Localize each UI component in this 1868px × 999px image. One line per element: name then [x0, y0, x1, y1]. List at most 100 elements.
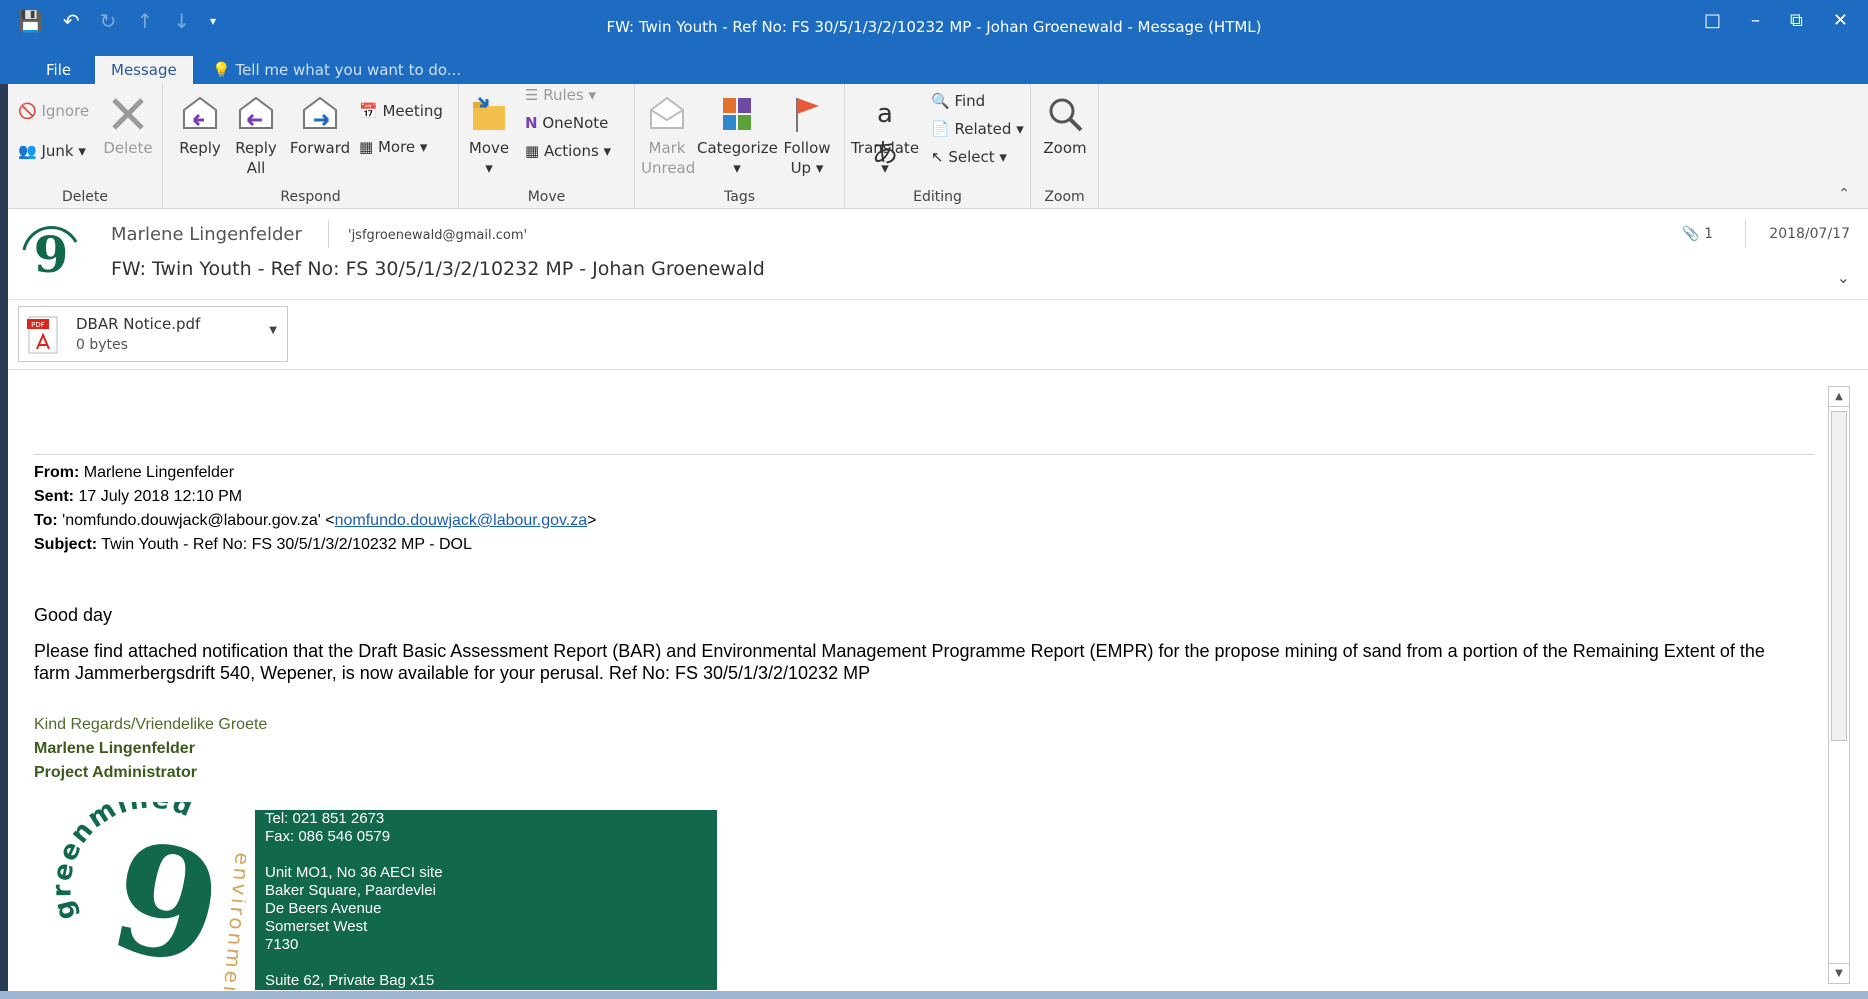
move-button[interactable]: Move ▾ [467, 94, 511, 178]
recipient[interactable]: 'jsfgroenewald@gmail.com' [348, 228, 527, 243]
scroll-up-icon[interactable]: ▲ [1829, 387, 1849, 407]
reply-all-icon [239, 96, 273, 129]
categorize-button[interactable]: Categorize ▾ [697, 94, 778, 178]
svg-text:9: 9 [34, 225, 69, 284]
find-button[interactable]: 🔍 Find [931, 90, 985, 112]
attachment-bar: PDF DBAR Notice.pdf 0 bytes ▼ [8, 300, 1868, 370]
signature-name: Marlene Lingenfelder [34, 740, 195, 757]
contact-address-line: De Beers Avenue [265, 900, 382, 917]
contact-address-line: Suite 62, Private Bag x15 [265, 972, 435, 989]
to-email-link[interactable]: nomfundo.douwjack@labour.gov.za [335, 512, 588, 529]
signature-title: Project Administrator [34, 764, 197, 781]
mark-unread-button[interactable]: Mark Unread [641, 94, 695, 178]
greeting: Good day [34, 605, 113, 625]
forward-icon [303, 96, 337, 129]
onenote-icon: N [525, 114, 538, 132]
reply-button[interactable]: Reply [175, 94, 225, 158]
from-line: From: Marlene Lingenfelder [34, 464, 235, 481]
sent-line: Sent: 17 July 2018 12:10 PM [34, 488, 243, 505]
sender-name[interactable]: Marlene Lingenfelder [111, 224, 302, 245]
attachment-dropdown-icon[interactable]: ▼ [269, 325, 277, 336]
group-respond: Reply Reply All Forward 📅 Meeting ▦ More … [163, 84, 459, 209]
vertical-scrollbar[interactable]: ▲ ▼ [1828, 386, 1850, 984]
actions-button[interactable]: ▦ Actions ▾ [525, 140, 611, 162]
group-label-editing: Editing [913, 189, 962, 205]
scroll-down-icon[interactable]: ▼ [1829, 963, 1849, 983]
reply-all-button[interactable]: Reply All [229, 94, 283, 178]
tell-me-search[interactable]: 💡 Tell me what you want to do... [212, 56, 461, 84]
signature-regards: Kind Regards/Vriendelike Groete [34, 716, 268, 733]
greenmined-logo: 9 greenmined environmental [47, 802, 246, 990]
flag-icon [796, 98, 819, 132]
close-icon[interactable]: ✕ [1833, 10, 1848, 31]
subject-line: Subject: Twin Youth - Ref No: FS 30/5/1/… [34, 536, 472, 553]
ignore-icon: 🚫 [18, 102, 37, 120]
mark-unread-icon [650, 96, 684, 129]
more-button[interactable]: ▦ More ▾ [359, 136, 427, 158]
find-icon: 🔍 [931, 92, 950, 110]
expand-header-icon[interactable]: ⌄ [1837, 268, 1850, 287]
header-separator [328, 220, 329, 248]
ribbon-tabs: File Message 💡 Tell me what you want to … [0, 52, 1868, 84]
select-button[interactable]: ↖ Select ▾ [931, 146, 1007, 168]
taskbar-strip [0, 991, 1868, 999]
translate-button[interactable]: aあ Translate ▾ [849, 94, 921, 178]
group-label-respond: Respond [280, 189, 341, 205]
reply-icon [183, 96, 217, 129]
to-line: To: 'nomfundo.douwjack@labour.gov.za' <n… [34, 512, 597, 529]
body-paragraph: Please find attached notification that t… [34, 641, 1765, 683]
contact-details-box: Tel: 021 851 2673 Fax: 086 546 0579 Unit… [255, 810, 717, 990]
junk-button[interactable]: 👥 Junk ▾ [18, 140, 86, 162]
group-editing: aあ Translate ▾ 🔍 Find 📄 Related ▾ ↖ Selec… [845, 84, 1031, 209]
onenote-button[interactable]: N OneNote [525, 112, 608, 134]
collapse-ribbon-icon[interactable]: ⌃ [1838, 186, 1850, 202]
junk-icon: 👥 [18, 142, 37, 160]
attachment-count: 📎 1 [1682, 226, 1713, 242]
related-button[interactable]: 📄 Related ▾ [931, 118, 1024, 140]
svg-text:9: 9 [97, 807, 236, 990]
forward-button[interactable]: Forward [289, 94, 351, 158]
attachment-item[interactable]: PDF DBAR Notice.pdf 0 bytes ▼ [18, 306, 288, 362]
zoom-button[interactable]: Zoom [1035, 94, 1095, 158]
ribbon: 🚫 Ignore 👥 Junk ▾ Delete Delete Reply Re… [8, 84, 1868, 209]
rules-button[interactable]: ☰ Rules ▾ [525, 84, 596, 106]
title-bar: 💾 ↶ ↻ ↑ ↓ ▾ FW: Twin Youth - Ref No: FS … [0, 0, 1868, 52]
minimize-icon[interactable]: – [1751, 10, 1760, 31]
restore-icon[interactable]: ⧉ [1790, 10, 1803, 31]
lightbulb-icon: 💡 [212, 61, 231, 79]
message-body: From: Marlene Lingenfelder Sent: 17 July… [8, 370, 1828, 990]
paperclip-icon: 📎 [1682, 226, 1700, 242]
magnifier-icon [1049, 98, 1083, 132]
group-label-zoom: Zoom [1044, 189, 1085, 205]
body-divider [34, 454, 1814, 455]
meeting-button[interactable]: 📅 Meeting [359, 100, 443, 122]
ignore-button[interactable]: 🚫 Ignore [18, 100, 89, 122]
attachment-size: 0 bytes [76, 337, 128, 353]
window-left-edge [0, 0, 8, 999]
group-label-move: Move [527, 189, 566, 205]
window-controls: □ – ⧉ ✕ [1704, 10, 1848, 31]
follow-up-button[interactable]: Follow Up ▾ [779, 94, 835, 178]
tab-message[interactable]: Message [95, 56, 193, 84]
ribbon-display-options-icon[interactable]: □ [1704, 10, 1721, 31]
actions-icon: ▦ [525, 142, 540, 160]
sender-avatar: 9 [18, 222, 84, 288]
scroll-thumb[interactable] [1831, 411, 1847, 741]
delete-x-icon [112, 98, 144, 130]
contact-address-line: Baker Square, Paardevlei [265, 882, 436, 899]
group-label-delete: Delete [62, 189, 108, 205]
related-icon: 📄 [931, 120, 950, 138]
contact-address-line: Unit MO1, No 36 AECI site [265, 864, 443, 881]
move-folder-icon [473, 96, 505, 130]
delete-button[interactable]: Delete [103, 94, 153, 158]
meeting-icon: 📅 [359, 102, 378, 120]
message-header: 9 Marlene Lingenfelder 'jsfgroenewald@gm… [8, 210, 1868, 300]
contact-tel: Tel: 021 851 2673 [265, 810, 385, 827]
rules-icon: ☰ [525, 86, 539, 104]
message-subject: FW: Twin Youth - Ref No: FS 30/5/1/3/2/1… [111, 258, 765, 280]
contact-address-line: 7130 [265, 936, 299, 953]
tab-file[interactable]: File [30, 56, 87, 84]
message-date: 2018/07/17 [1769, 226, 1850, 242]
attachment-name: DBAR Notice.pdf [76, 315, 201, 333]
contact-address-line: Somerset West [265, 918, 368, 935]
